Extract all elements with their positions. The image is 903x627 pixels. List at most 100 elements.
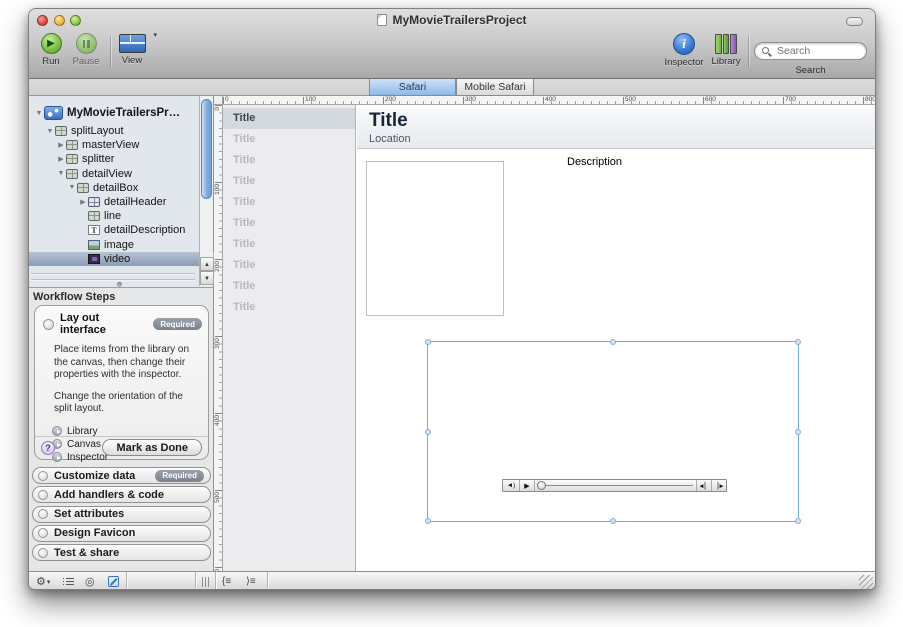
source-list-button[interactable]: {≡ [222, 572, 231, 590]
resize-handle-n[interactable] [610, 339, 616, 345]
slider-thumb[interactable] [537, 481, 546, 490]
volume-button[interactable]: ◄) [503, 480, 520, 491]
tree-item-detailheader[interactable]: ▶ detailHeader [29, 195, 214, 209]
workflow-step-design-favicon[interactable]: Design Favicon [32, 525, 211, 542]
search-icon [762, 47, 769, 54]
scrub-slider[interactable] [535, 480, 696, 491]
step-forward-button[interactable]: ▕► [711, 480, 726, 491]
tree-item-splitter[interactable]: ▶splitter [29, 152, 214, 166]
master-list-row[interactable]: Title [223, 150, 355, 171]
canvas[interactable]: TitleTitleTitleTitleTitleTitleTitleTitle… [223, 105, 876, 571]
search-input[interactable] [777, 44, 862, 58]
tab-mobile-safari[interactable]: Mobile Safari [456, 79, 534, 96]
master-list-view[interactable]: TitleTitleTitleTitleTitleTitleTitleTitle… [223, 105, 356, 571]
tree-item-video[interactable]: video [29, 252, 214, 266]
edit-mode-button[interactable] [108, 572, 119, 590]
tab-safari[interactable]: Safari [369, 79, 456, 96]
step-footer: ? Mark as Done [35, 436, 208, 459]
required-badge: Required [155, 470, 204, 482]
resize-handle-ne[interactable] [795, 339, 801, 345]
indent-list-button[interactable]: ⟩≡ [246, 572, 256, 590]
gear-menu-button[interactable]: ⚙▾ [36, 572, 50, 590]
scroll-up-button[interactable]: ▲ [200, 257, 214, 271]
detail-subtitle[interactable]: Location [369, 133, 411, 145]
ruler-label: 200 [385, 96, 396, 103]
search-field[interactable] [754, 42, 867, 60]
library-button[interactable]: Library [707, 33, 745, 67]
tree-item-masterview[interactable]: ▶masterView [29, 138, 214, 152]
resize-handle-sw[interactable] [425, 518, 431, 524]
image-placeholder[interactable] [366, 161, 504, 316]
app-window: MyMovieTrailersProject ▶ Run Pause ▾ Vie… [28, 8, 876, 590]
master-list-row[interactable]: Title [223, 297, 355, 318]
resize-handle-se[interactable] [795, 518, 801, 524]
disclosure-triangle-icon[interactable]: ▶ [56, 141, 66, 149]
tree-item-label: MyMovieTrailersPr… [67, 107, 180, 119]
tree-item-line[interactable]: line [29, 209, 214, 223]
master-list-row[interactable]: Title [223, 192, 355, 213]
view-label: View [115, 55, 149, 66]
target-button[interactable]: ◎ [85, 572, 95, 590]
ruler-label: 300 [465, 96, 476, 103]
master-list-row[interactable]: Title [223, 255, 355, 276]
resize-handle-s[interactable] [610, 518, 616, 524]
play-button[interactable]: ▶ [520, 480, 535, 491]
tree-item-label: detailHeader [104, 196, 166, 208]
mark-as-done-button[interactable]: Mark as Done [102, 439, 202, 456]
brace-list-icon: {≡ [222, 576, 231, 587]
master-list-row[interactable]: Title [223, 213, 355, 234]
help-button[interactable]: ? [41, 441, 55, 455]
step-status-circle[interactable] [43, 319, 54, 330]
video-controller: ◄) ▶ ◄▏ ▕► [502, 479, 727, 492]
slider-track [538, 485, 693, 486]
workflow-step-customize-data[interactable]: Customize dataRequired [32, 467, 211, 484]
disclosure-triangle-icon[interactable]: ▼ [45, 128, 55, 135]
tab-strip: SafariMobile Safari [29, 79, 875, 96]
master-list-row[interactable]: Title [223, 234, 355, 255]
tree-item-detailbox[interactable]: ▼detailBox [29, 181, 214, 195]
disclosure-triangle-icon[interactable]: ▼ [34, 110, 44, 117]
image-icon [88, 240, 100, 250]
tree-item-label: splitLayout [71, 125, 124, 137]
panel-drag-handle[interactable] [202, 572, 209, 590]
master-list-row[interactable]: Title [223, 171, 355, 192]
disclosure-triangle-icon[interactable]: ▶ [56, 155, 66, 163]
scrollbar-thumb[interactable] [201, 99, 212, 199]
tree-item-detaildescription[interactable]: detailDescription [29, 223, 214, 237]
run-button[interactable]: ▶ Run [35, 33, 67, 67]
view-icon [88, 211, 100, 221]
scroll-down-button[interactable]: ▼ [200, 271, 214, 285]
ruler-label: 200 [214, 261, 221, 272]
disclosure-triangle-icon[interactable]: ▼ [67, 184, 77, 191]
view-button[interactable]: ▾ View [115, 33, 149, 66]
master-list-row[interactable]: Title [223, 129, 355, 150]
video-element-selected[interactable]: ◄) ▶ ◄▏ ▕► [427, 341, 799, 522]
inspector-button[interactable]: i Inspector [661, 33, 707, 68]
disclosure-triangle-icon[interactable]: ▶ [78, 198, 88, 206]
workflow-step-set-attributes[interactable]: Set attributes [32, 506, 211, 523]
disclosure-triangle-icon[interactable]: ▼ [56, 170, 66, 177]
list-view-button[interactable] [63, 572, 74, 590]
resize-handle-w[interactable] [425, 429, 431, 435]
layout-icon [88, 197, 100, 207]
detail-title[interactable]: Title [369, 110, 408, 132]
detail-description[interactable]: Description [567, 156, 622, 168]
workflow-step-add-handlers-code[interactable]: Add handlers & code [32, 486, 211, 503]
tree-scrollbar[interactable]: ▲ ▼ [199, 96, 213, 286]
tree-item-mymovietrailerspr[interactable]: ▼ MyMovieTrailersPr… [29, 102, 214, 124]
tree-item-detailview[interactable]: ▼detailView [29, 167, 214, 181]
master-list-row[interactable]: Title [223, 108, 355, 129]
pause-button[interactable]: Pause [69, 33, 103, 67]
toolbar-toggle-button[interactable] [846, 17, 863, 26]
tree-item-splitlayout[interactable]: ▼ splitLayout [29, 124, 214, 138]
window-resize-grip[interactable] [859, 575, 873, 589]
resize-handle-e[interactable] [795, 429, 801, 435]
search-label: Search [754, 65, 867, 76]
workflow-step-test-share[interactable]: Test & share [32, 544, 211, 561]
detail-header-view[interactable]: Title Location [357, 108, 876, 149]
run-label: Run [35, 56, 67, 67]
resize-handle-nw[interactable] [425, 339, 431, 345]
tree-item-image[interactable]: image [29, 238, 214, 252]
master-list-row[interactable]: Title [223, 276, 355, 297]
step-back-button[interactable]: ◄▏ [696, 480, 711, 491]
